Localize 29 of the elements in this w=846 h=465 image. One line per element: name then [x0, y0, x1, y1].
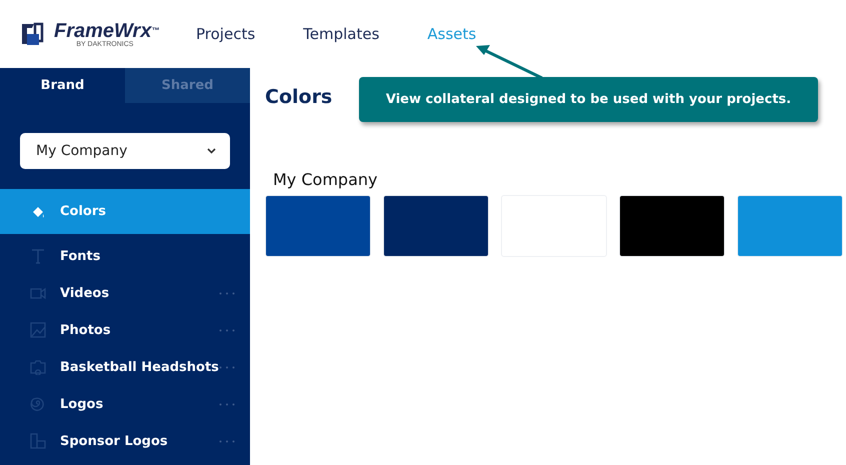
company-dropdown[interactable]: My Company — [20, 133, 230, 169]
more-icon[interactable] — [219, 402, 235, 406]
nav-link[interactable]: Templates — [303, 25, 380, 43]
group-title: My Company — [273, 170, 378, 189]
logo-wordmark: FrameWrx™ — [54, 20, 160, 40]
text-icon — [30, 248, 46, 264]
more-icon[interactable] — [219, 366, 235, 368]
layout-icon — [30, 433, 46, 449]
nav-link[interactable]: Projects — [196, 25, 256, 43]
sidebar-item[interactable]: Videos — [0, 275, 250, 311]
sidebar-item[interactable]: Logos — [0, 386, 250, 422]
sidebar-item[interactable]: Sponsor Logos — [0, 423, 250, 459]
sidebar-item[interactable]: Basketball Headshots — [0, 349, 250, 385]
callout-tooltip: View collateral designed to be used with your projects. — [359, 77, 818, 122]
color-swatch[interactable] — [737, 195, 843, 257]
color-swatch[interactable] — [265, 195, 371, 257]
image-icon — [30, 322, 46, 338]
video-icon — [30, 285, 46, 301]
chevron-down-icon — [207, 148, 216, 154]
color-swatch[interactable] — [619, 195, 725, 257]
page-title: Colors — [265, 86, 332, 108]
more-icon[interactable] — [219, 328, 235, 332]
sidebar-item[interactable]: Photos — [0, 312, 250, 348]
more-icon[interactable] — [219, 292, 235, 294]
sidebar-item[interactable]: Fonts — [0, 238, 250, 274]
color-swatch[interactable] — [383, 195, 489, 257]
camera-icon — [30, 359, 46, 375]
spiral-icon — [30, 396, 46, 412]
more-icon[interactable] — [219, 440, 235, 442]
